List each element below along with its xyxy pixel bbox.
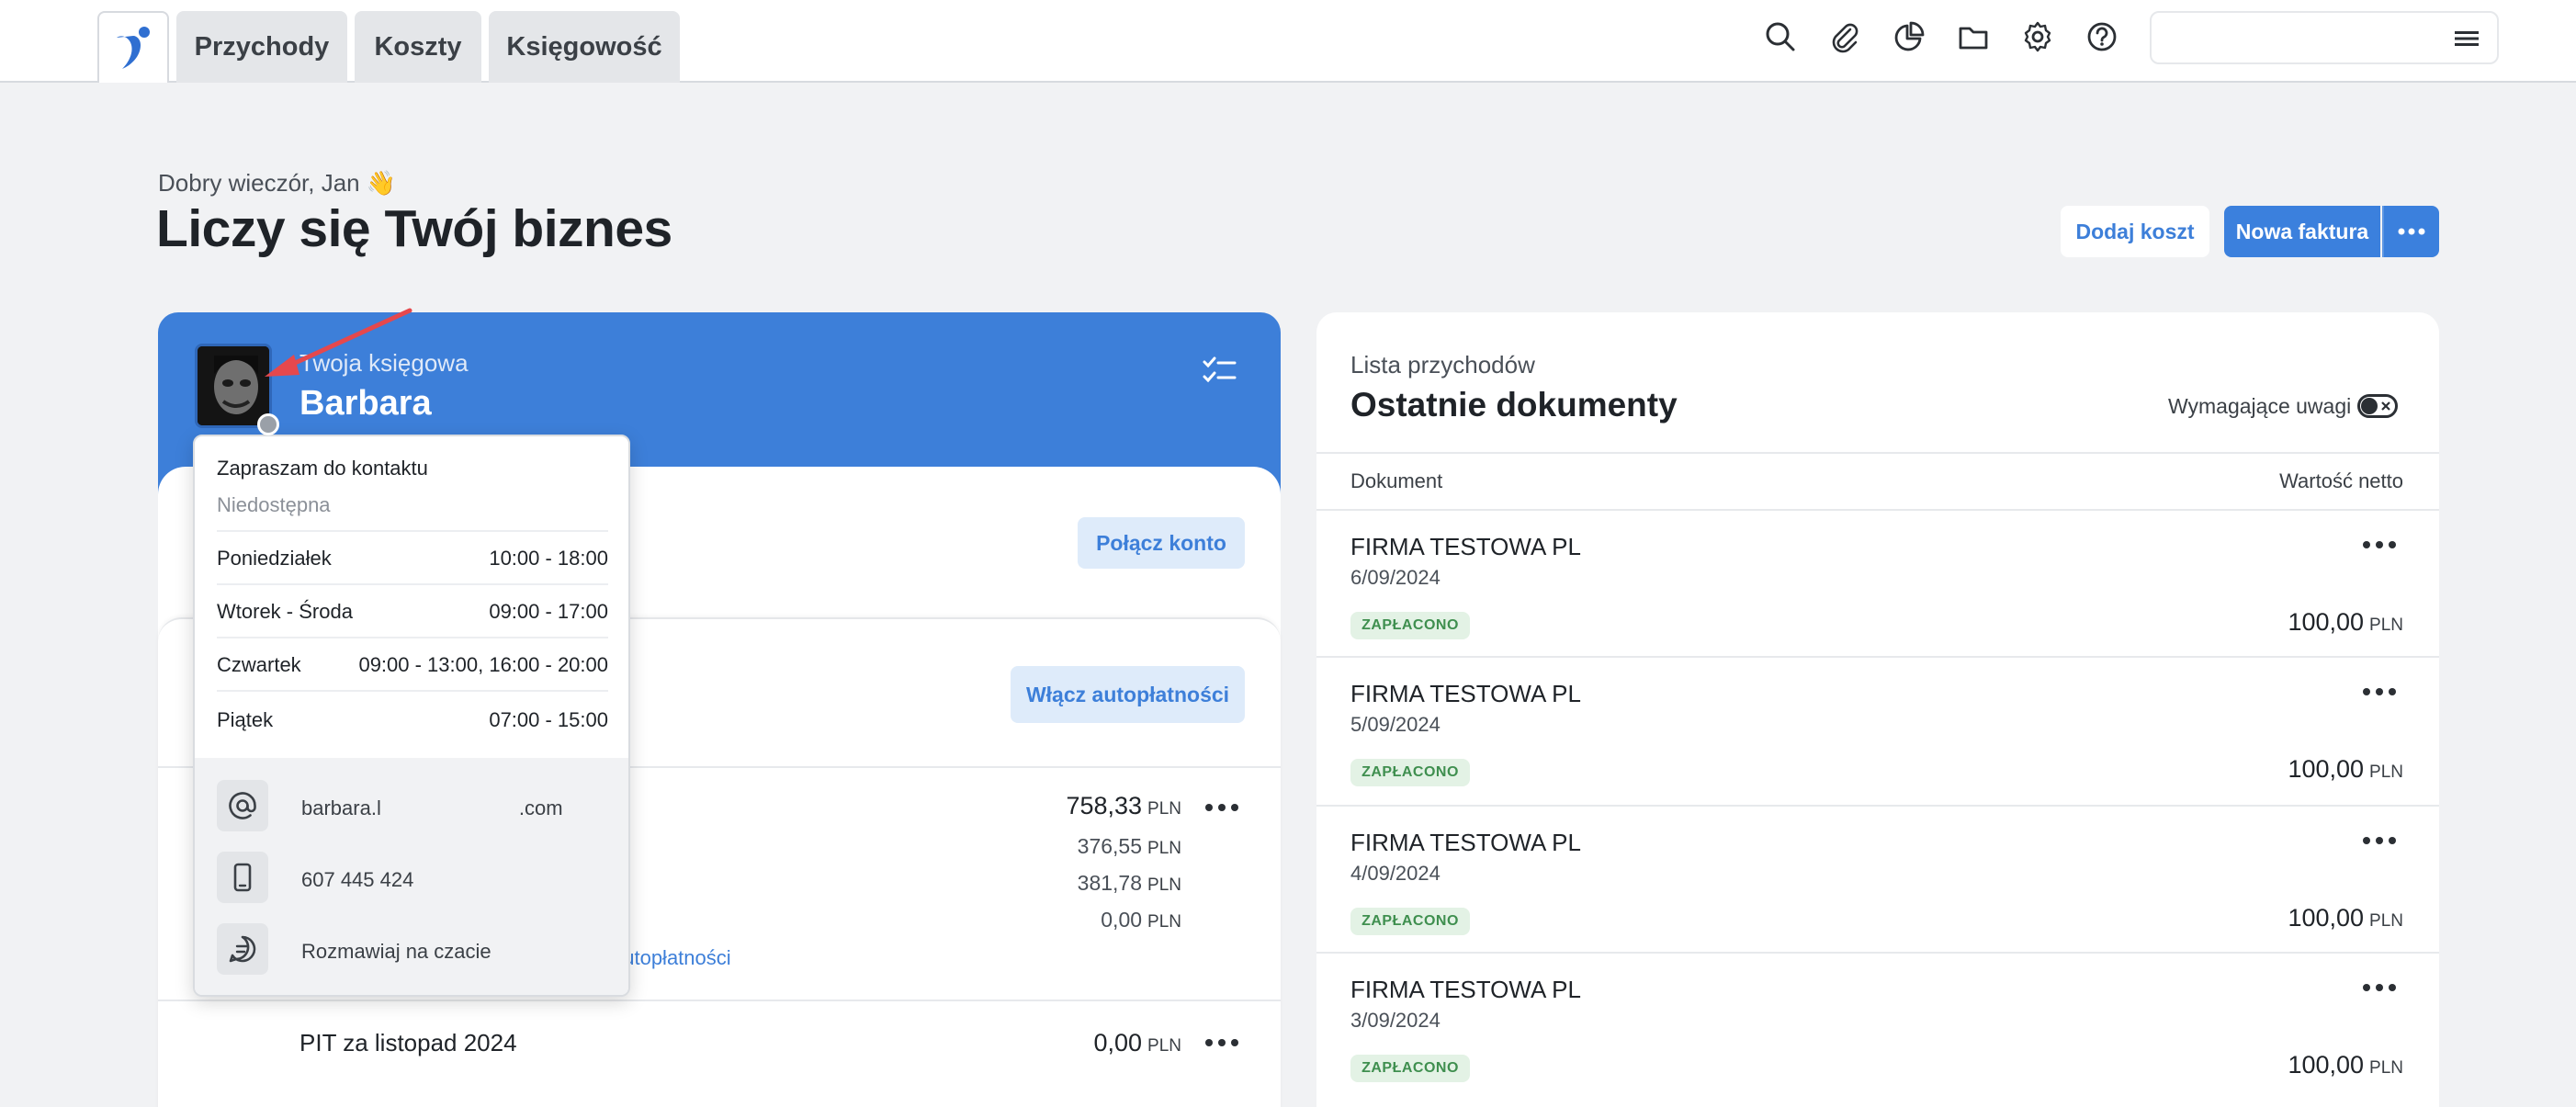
divider	[1316, 805, 2439, 807]
phone-number[interactable]: 607 445 424	[301, 868, 413, 892]
documents-label: Lista przychodów	[1350, 351, 1535, 378]
chat-icon[interactable]	[217, 923, 268, 975]
phone-icon[interactable]	[217, 852, 268, 903]
document-client-name[interactable]: FIRMA TESTOWA PL	[1350, 533, 1581, 561]
document-date: 5/09/2024	[1350, 713, 1441, 736]
chat-link[interactable]: Rozmawiaj na czacie	[301, 940, 491, 964]
accountant-contact-popup: Zapraszam do kontaktu Niedostępna Ponied…	[193, 435, 630, 997]
status-dot	[257, 413, 279, 435]
close-icon	[2381, 401, 2390, 411]
new-invoice-button[interactable]: Nowa faktura	[2224, 206, 2380, 257]
document-amount: 100,00 PLN	[2288, 608, 2403, 636]
schedule-row: Poniedziałek 10:00 - 18:00	[217, 547, 608, 570]
document-client-name[interactable]: FIRMA TESTOWA PL	[1350, 829, 1581, 857]
connect-account-button[interactable]: Połącz konto	[1078, 517, 1245, 569]
status-badge: ZAPŁACONO	[1350, 1055, 1470, 1082]
divider	[1316, 952, 2439, 954]
accountant-name: Barbara	[299, 384, 432, 423]
app-logo-icon	[117, 27, 150, 69]
document-amount: 100,00 PLN	[2288, 755, 2403, 783]
paperclip-icon[interactable]	[1826, 18, 1863, 55]
divider	[217, 530, 608, 532]
enable-autopay-button[interactable]: Włącz autopłatności	[1011, 666, 1245, 723]
pie-chart-icon[interactable]	[1891, 18, 1927, 55]
document-date: 6/09/2024	[1350, 566, 1441, 589]
more-dots-icon[interactable]	[2361, 834, 2398, 847]
tab-ksiegowosc[interactable]: Księgowość	[489, 11, 680, 83]
tab-koszty[interactable]: Koszty	[355, 11, 481, 83]
checklist-icon[interactable]	[1202, 355, 1238, 386]
user-menu-box[interactable]	[2150, 11, 2499, 64]
contact-invite: Zapraszam do kontaktu	[217, 457, 428, 480]
divider	[158, 1000, 1281, 1001]
more-actions-button[interactable]	[2382, 206, 2439, 257]
search-icon[interactable]	[1762, 18, 1799, 55]
folder-icon[interactable]	[1955, 18, 1992, 55]
documents-title: Ostatnie dokumenty	[1350, 386, 1678, 424]
availability-status: Niedostępna	[217, 493, 331, 516]
column-header-document: Dokument	[1350, 469, 1443, 492]
more-dots-icon[interactable]	[1203, 801, 1240, 814]
document-amount: 100,00 PLN	[2288, 1051, 2403, 1079]
greeting-text: Dobry wieczór, Jan 👋	[158, 169, 397, 197]
tax-sub-amount: 0,00 PLN	[1101, 908, 1181, 932]
gear-icon[interactable]	[2019, 18, 2056, 55]
help-icon[interactable]	[2084, 18, 2120, 55]
divider	[217, 637, 608, 638]
tax-sub-amount: 376,55 PLN	[1077, 834, 1181, 858]
tab-przychody[interactable]: Przychody	[176, 11, 347, 83]
app-logo-tab[interactable]	[97, 11, 169, 83]
more-dots-icon[interactable]	[2361, 685, 2398, 698]
document-amount: 100,00 PLN	[2288, 904, 2403, 932]
pit-amount: 0,00 PLN	[1093, 1029, 1181, 1056]
more-dots-icon[interactable]	[2361, 538, 2398, 551]
document-date: 4/09/2024	[1350, 862, 1441, 885]
tax-sub-amount: 381,78 PLN	[1077, 871, 1181, 895]
contact-methods: barbara.l .com 607 445 424 Rozmawiaj na c…	[195, 758, 628, 995]
more-dots-icon[interactable]	[2361, 981, 2398, 994]
document-client-name[interactable]: FIRMA TESTOWA PL	[1350, 680, 1581, 708]
schedule-row: Piątek 07:00 - 15:00	[217, 708, 608, 731]
email-icon[interactable]	[217, 780, 268, 831]
status-badge: ZAPŁACONO	[1350, 908, 1470, 935]
attention-filter-label: Wymagające uwagi	[2168, 394, 2352, 418]
more-dots-icon[interactable]	[1203, 1036, 1240, 1049]
page-title: Liczy się Twój biznes	[156, 199, 672, 258]
divider	[1316, 656, 2439, 658]
add-cost-button[interactable]: Dodaj koszt	[2061, 206, 2209, 257]
status-badge: ZAPŁACONO	[1350, 759, 1470, 786]
divider	[217, 583, 608, 585]
annotation-arrow	[265, 308, 412, 377]
pit-label: PIT za listopad 2024	[299, 1029, 517, 1056]
status-badge: ZAPŁACONO	[1350, 612, 1470, 639]
top-bar: Przychody Koszty Księgowość	[0, 0, 2576, 83]
toggle-knob	[2361, 398, 2378, 414]
divider	[217, 690, 608, 692]
document-date: 3/09/2024	[1350, 1009, 1441, 1032]
column-header-value: Wartość netto	[2279, 469, 2403, 492]
hamburger-menu-icon[interactable]	[2453, 26, 2480, 51]
more-dots-icon	[2398, 228, 2425, 235]
document-client-name[interactable]: FIRMA TESTOWA PL	[1350, 976, 1581, 1004]
email-address[interactable]: barbara.l .com	[301, 796, 563, 820]
attention-toggle[interactable]	[2357, 394, 2398, 418]
schedule-row: Wtorek - Środa 09:00 - 17:00	[217, 600, 608, 623]
schedule-row: Czwartek 09:00 - 13:00, 16:00 - 20:00	[217, 653, 608, 676]
tax-total-amount: 758,33 PLN	[1066, 792, 1181, 819]
divider	[1316, 452, 2439, 454]
divider	[1316, 509, 2439, 511]
